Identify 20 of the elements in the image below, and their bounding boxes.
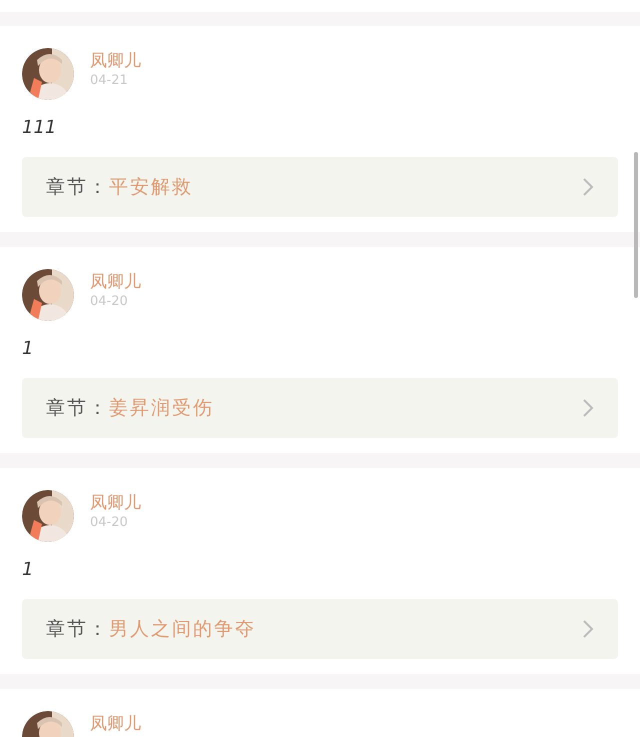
user-name[interactable]: 凤卿儿 <box>90 493 141 513</box>
user-name[interactable]: 凤卿儿 <box>90 714 141 734</box>
chapter-link[interactable]: 章节：姜昇润受伤 <box>22 378 618 438</box>
chapter-link[interactable]: 章节：男人之间的争夺 <box>22 599 618 659</box>
chapter-label: 章节： <box>46 617 109 642</box>
user-name[interactable]: 凤卿儿 <box>90 272 141 292</box>
comment-text: 1 <box>22 558 34 582</box>
chapter-title: 男人之间的争夺 <box>109 617 257 642</box>
chapter-label: 章节： <box>46 175 109 200</box>
chapter-link[interactable]: 章节：平安解救 <box>22 157 618 217</box>
chevron-icon <box>582 399 594 417</box>
scrollbar[interactable] <box>634 152 638 298</box>
chapter-title: 姜昇润受伤 <box>109 396 215 421</box>
chapter-label: 章节： <box>46 396 109 421</box>
chevron-icon <box>582 178 594 196</box>
chapter-title: 平安解救 <box>109 175 194 200</box>
chevron-icon <box>582 620 594 638</box>
user-name[interactable]: 凤卿儿 <box>90 51 141 71</box>
comment-text: 111 <box>22 116 58 140</box>
comment-text: 1 <box>22 337 34 361</box>
